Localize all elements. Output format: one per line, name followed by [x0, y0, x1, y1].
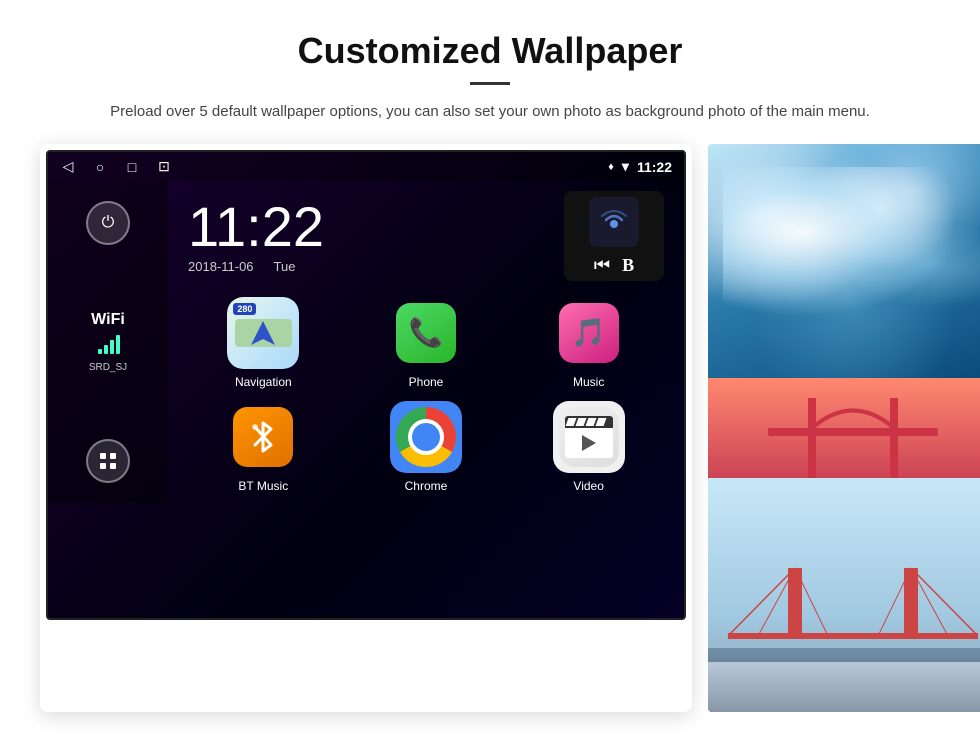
- wifi-status-icon: ▾: [622, 158, 629, 175]
- clock-area: 11:22 2018-11-06 Tue: [178, 191, 674, 281]
- app-grid: 280 Navigation: [178, 297, 674, 493]
- clock-section: 11:22 2018-11-06 Tue: [188, 199, 544, 274]
- app-icon-navigation: 280: [227, 297, 299, 369]
- page-container: Customized Wallpaper Preload over 5 defa…: [0, 0, 980, 732]
- nav-badge: 280: [233, 303, 256, 315]
- app-icon-chrome: [390, 401, 462, 473]
- clock-day-value: Tue: [274, 259, 296, 274]
- android-frame: ◁ ○ □ ⊡ ♦ ▾ 11:22: [40, 144, 692, 712]
- next-track-icon[interactable]: B: [622, 255, 634, 276]
- app-icon-video: [553, 401, 625, 473]
- clock-time: 11:22: [188, 199, 544, 255]
- app-label-chrome: Chrome: [405, 479, 448, 493]
- photo-bridge: CarSetting: [708, 478, 980, 712]
- title-divider: [470, 82, 510, 85]
- app-item-video[interactable]: Video: [513, 401, 664, 493]
- app-item-music[interactable]: 🎵 Music: [513, 297, 664, 389]
- status-bar-indicators: ♦ ▾ 11:22: [608, 158, 672, 175]
- app-label-video: Video: [573, 479, 603, 493]
- status-time: 11:22: [637, 159, 672, 175]
- ice-texture: [708, 144, 980, 378]
- grid-button[interactable]: [86, 439, 130, 483]
- photos-panel: CarSetting: [708, 144, 980, 712]
- android-main: ⏻ WiFi: [48, 181, 684, 503]
- video-clapper-icon: [565, 416, 613, 458]
- app-icon-music: 🎵: [553, 297, 625, 369]
- wifi-section: WiFi SRD_SJ: [89, 311, 127, 373]
- wifi-label: WiFi: [89, 311, 127, 329]
- location-icon: ♦: [608, 161, 614, 173]
- subtitle-text: Preload over 5 default wallpaper options…: [100, 100, 880, 124]
- carsetting-label: CarSetting: [817, 688, 890, 706]
- music-icon: 🎵: [571, 316, 606, 350]
- android-sidebar: ⏻ WiFi: [48, 181, 168, 503]
- home-icon[interactable]: ○: [92, 159, 108, 175]
- android-center: 11:22 2018-11-06 Tue: [168, 181, 684, 503]
- content-area: ◁ ○ □ ⊡ ♦ ▾ 11:22: [40, 144, 940, 712]
- app-item-chrome[interactable]: Chrome: [351, 401, 502, 493]
- clock-date: 2018-11-06 Tue: [188, 259, 544, 274]
- power-button[interactable]: ⏻: [86, 201, 130, 245]
- chrome-logo: [396, 407, 456, 467]
- media-widget: ⏮ B: [564, 191, 664, 281]
- app-icon-phone: 📞: [390, 297, 462, 369]
- app-label-music: Music: [573, 375, 604, 389]
- app-label-phone: Phone: [409, 375, 444, 389]
- clock-date-value: 2018-11-06: [188, 259, 254, 274]
- power-icon: ⏻: [102, 214, 115, 232]
- app-item-bt-music[interactable]: BT Music: [188, 401, 339, 493]
- status-bar: ◁ ○ □ ⊡ ♦ ▾ 11:22: [48, 152, 684, 181]
- page-title: Customized Wallpaper: [40, 30, 940, 72]
- wifi-bars: [89, 331, 127, 360]
- screenshot-icon[interactable]: ⊡: [156, 159, 172, 175]
- recent-icon[interactable]: □: [124, 159, 140, 175]
- header-section: Customized Wallpaper Preload over 5 defa…: [40, 30, 940, 124]
- prev-track-icon[interactable]: ⏮: [594, 255, 610, 276]
- phone-icon: 📞: [409, 316, 444, 350]
- app-label-navigation: Navigation: [235, 375, 292, 389]
- photo-ice: [708, 144, 980, 378]
- android-screen: ◁ ○ □ ⊡ ♦ ▾ 11:22: [46, 150, 686, 620]
- status-bar-nav: ◁ ○ □ ⊡: [60, 159, 172, 175]
- wifi-network-name: SRD_SJ: [89, 362, 127, 373]
- app-item-phone[interactable]: 📞 Phone: [351, 297, 502, 389]
- back-icon[interactable]: ◁: [60, 159, 76, 175]
- app-icon-bt-music: [227, 401, 299, 473]
- app-label-bt-music: BT Music: [238, 479, 288, 493]
- photo-middle: [708, 378, 980, 478]
- app-item-navigation[interactable]: 280 Navigation: [188, 297, 339, 389]
